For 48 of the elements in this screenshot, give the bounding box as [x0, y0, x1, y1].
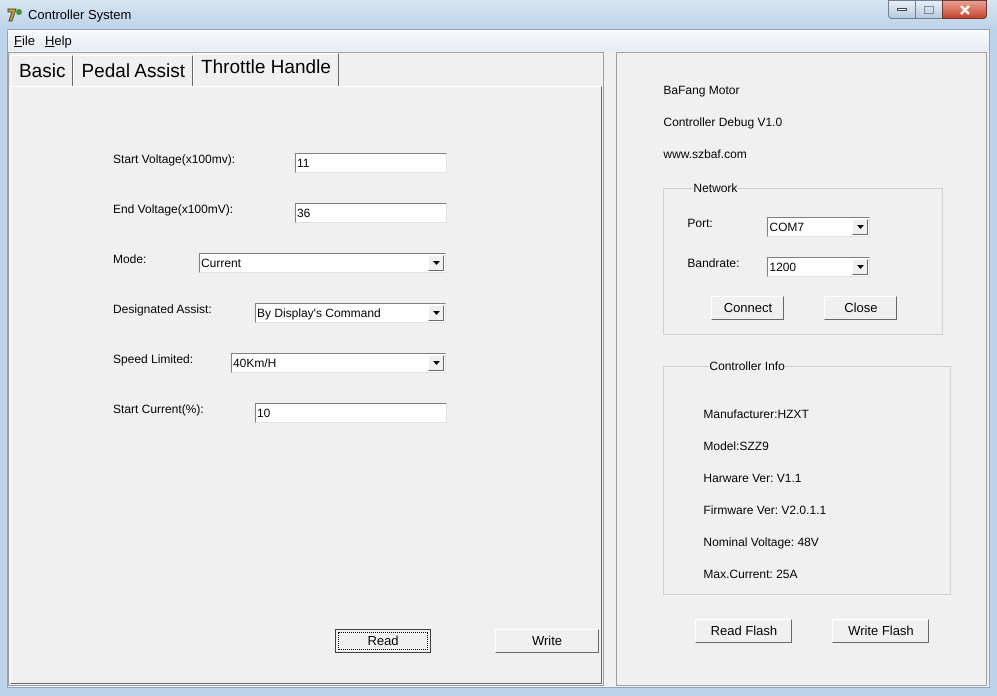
- dropdown-value: 40Km/H: [233, 355, 276, 372]
- text-field[interactable]: 10: [255, 403, 447, 423]
- app-logo-icon: [7, 6, 23, 22]
- window-title: Controller System: [28, 6, 132, 24]
- field-label: Speed Limited:: [113, 351, 194, 368]
- dropdown[interactable]: 40Km/H: [231, 353, 446, 373]
- field-label: Bandrate:: [687, 255, 740, 272]
- info-text: Model:SZZ9: [703, 438, 770, 455]
- push-button[interactable]: Read: [335, 629, 431, 653]
- dropdown[interactable]: By Display's Command: [255, 303, 446, 323]
- field-label: Designated Assist:: [113, 301, 213, 318]
- tab[interactable]: Pedal Assist: [73, 55, 193, 86]
- dropdown-value: 1200: [769, 259, 796, 276]
- field-label: Mode:: [113, 251, 148, 268]
- dropdown[interactable]: 1200: [767, 257, 870, 277]
- info-text: Nominal Voltage: 48V: [703, 534, 820, 551]
- text-field[interactable]: 36: [295, 203, 447, 223]
- close-icon[interactable]: [942, 0, 987, 19]
- push-button[interactable]: Connect: [711, 296, 784, 320]
- push-button[interactable]: Write Flash: [832, 619, 930, 643]
- dropdown-value: COM7: [769, 219, 804, 236]
- about-text: BaFang Motor: [663, 82, 740, 99]
- dropdown[interactable]: Current: [199, 253, 446, 273]
- field-label: Port:: [687, 215, 714, 232]
- field-label: Start Voltage(x100mv):: [113, 151, 236, 168]
- dropdown-value: By Display's Command: [257, 305, 381, 322]
- maximize-icon[interactable]: [916, 0, 942, 19]
- tab[interactable]: Throttle Handle: [192, 53, 339, 86]
- about-text: Controller Debug V1.0: [663, 114, 784, 131]
- info-text: Max.Current: 25A: [703, 566, 798, 583]
- minimize-icon[interactable]: [888, 0, 916, 19]
- push-button[interactable]: Close: [824, 296, 898, 320]
- about-text: www.szbaf.com: [663, 146, 748, 163]
- push-button[interactable]: Read Flash: [695, 619, 792, 643]
- menu-item[interactable]: File: [14, 30, 35, 50]
- group-title: Network: [693, 180, 738, 197]
- tab[interactable]: Basic: [11, 55, 74, 86]
- menu-item[interactable]: Help: [44, 30, 72, 50]
- info-text: Manufacturer:HZXT: [703, 406, 810, 423]
- info-text: Firmware Ver: V2.0.1.1: [703, 502, 828, 519]
- info-text: Harware Ver: V1.1: [703, 470, 802, 487]
- field-label: Start Current(%):: [113, 401, 205, 418]
- field-label: End Voltage(x100mV):: [113, 201, 234, 218]
- dropdown[interactable]: COM7: [767, 217, 870, 237]
- text-field[interactable]: 11: [295, 153, 447, 173]
- push-button[interactable]: Write: [495, 629, 599, 653]
- dropdown-value: Current: [201, 255, 242, 272]
- group-title: Controller Info: [709, 358, 785, 375]
